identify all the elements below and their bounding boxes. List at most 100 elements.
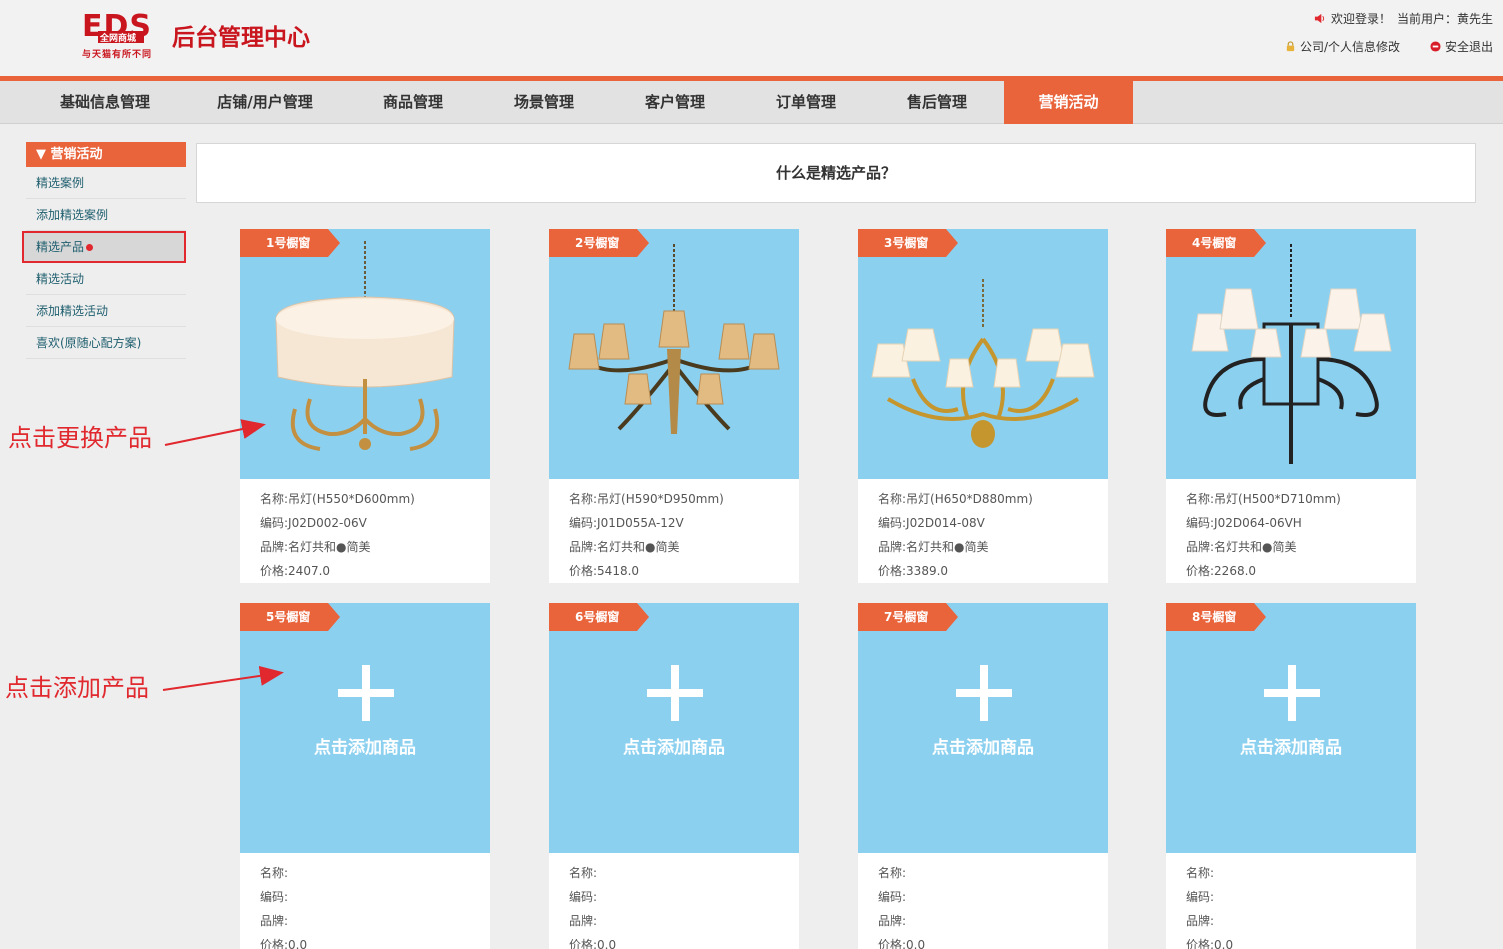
profile-link-label: 公司/个人信息修改 [1299,40,1400,54]
annotation-replace: 点击更换产品 [8,424,152,452]
product-window-card: 2号橱窗 名称:吊灯(H590*D950mm) 编码:J01D055A-12V … [549,229,799,583]
product-brand: 品牌:名灯共和●简美 [878,540,989,554]
product-window-slot[interactable]: 点击添加商品 6号橱窗 [549,603,799,853]
product-brand: 品牌: [260,914,289,928]
lock-icon [1286,41,1295,52]
what-is-featured-link[interactable]: 什么是精选产品？ [196,143,1476,203]
product-window-card: 点击添加商品 6号橱窗 名称: 编码: 品牌: 价格:0.0 [549,603,799,949]
product-window-card: 点击添加商品 7号橱窗 名称: 编码: 品牌: 价格:0.0 [858,603,1108,949]
product-window-slot[interactable]: 点击添加商品 5号橱窗 [240,603,490,853]
product-brand: 品牌:名灯共和●简美 [260,540,371,554]
nav-item-after-sales[interactable]: 售后管理 [872,81,1002,124]
product-price: 价格:0.0 [878,938,926,949]
logo-slogan: 与天猫有所不同 [82,50,153,60]
product-price: 价格:0.0 [1186,938,1234,949]
sidebar-item-label: 精选产品 [36,240,85,254]
speaker-icon [1314,13,1325,24]
sidebar: ▼ 营销活动 精选案例 添加精选案例 精选产品 精选活动 添加精选活动 喜欢(原… [22,142,186,359]
product-name: 名称: [569,866,598,880]
user-links: 公司/个人信息修改 安全退出 [1285,38,1493,55]
product-window-slot[interactable]: 4号橱窗 [1166,229,1416,479]
product-window-slot[interactable]: 2号橱窗 [549,229,799,479]
sidebar-item-featured-cases[interactable]: 精选案例 [26,167,186,199]
window-number-badge: 8号橱窗 [1166,603,1266,631]
nav-item-orders[interactable]: 订单管理 [741,81,871,124]
logout-link[interactable]: 安全退出 [1430,38,1493,55]
product-brand: 品牌:名灯共和●简美 [569,540,680,554]
logo-sub: 全网商城 [99,32,136,44]
product-name: 名称:吊灯(H500*D710mm) [1186,492,1341,506]
add-product-label: 点击添加商品 [623,738,725,758]
product-name: 名称: [878,866,907,880]
product-code: 编码:J02D064-06VH [1186,516,1302,530]
product-window-card: 点击添加商品 5号橱窗 名称: 编码: 品牌: 价格:0.0 [240,603,490,949]
sidebar-item-featured-products[interactable]: 精选产品 [22,231,186,263]
window-number-badge: 3号橱窗 [858,229,958,257]
sidebar-item-label: 添加精选案例 [36,208,109,222]
add-product-label: 点击添加商品 [1240,738,1342,758]
product-code: 编码:J01D055A-12V [569,516,684,530]
product-window-card: 3号橱窗 名称:吊灯(H650*D880mm) 编码:J02D014-08V 品… [858,229,1108,583]
product-brand: 品牌:名灯共和●简美 [1186,540,1297,554]
nav-item-store-users[interactable]: 店铺/用户管理 [200,81,330,124]
nav-item-products[interactable]: 商品管理 [348,81,478,124]
black-chandelier-image [1191,244,1392,464]
plus-icon [956,665,1012,721]
window-number-badge: 6号橱窗 [549,603,649,631]
window-number-badge: 2号橱窗 [549,229,649,257]
product-code: 编码:J02D014-08V [878,516,985,530]
sidebar-item-label: 喜欢(原随心配方案) [36,336,142,350]
product-name: 名称:吊灯(H650*D880mm) [878,492,1033,506]
product-code: 编码: [878,890,907,904]
annotation-add: 点击添加产品 [5,674,149,702]
plus-icon [647,665,703,721]
add-product-label: 点击添加商品 [932,738,1034,758]
welcome-text: 欢迎登录！ [1330,12,1391,26]
product-brand: 品牌: [1186,914,1215,928]
gold-chandelier-image [871,279,1095,448]
nav-item-scenes[interactable]: 场景管理 [479,81,609,124]
logo[interactable]: EDS 全网商城 与天猫有所不同 后台管理中心 [80,10,320,60]
product-window-slot[interactable]: 点击添加商品 7号橱窗 [858,603,1108,853]
main-nav: 基础信息管理 店铺/用户管理 商品管理 场景管理 客户管理 订单管理 售后管理 … [0,81,1503,124]
sidebar-item-favorites[interactable]: 喜欢(原随心配方案) [26,327,186,359]
product-window-card: 4号橱窗 名称:吊灯(H500*D710mm) 编码:J02D064-06VH … [1166,229,1416,583]
sidebar-item-add-featured-case[interactable]: 添加精选案例 [26,199,186,231]
profile-link[interactable]: 公司/个人信息修改 [1285,38,1400,55]
product-info: 名称:吊灯(H650*D880mm) 编码:J02D014-08V 品牌:名灯共… [858,479,1108,583]
sidebar-title[interactable]: ▼ 营销活动 [26,142,186,167]
product-name: 名称: [260,866,289,880]
product-window-card: 点击添加商品 8号橱窗 名称: 编码: 品牌: 价格:0.0 [1166,603,1416,949]
product-name: 名称:吊灯(H550*D600mm) [260,492,415,506]
window-number-badge: 1号橱窗 [240,229,340,257]
product-price: 价格:0.0 [260,938,308,949]
product-price: 价格:2407.0 [260,564,331,578]
plus-icon [1264,665,1320,721]
nav-item-customers[interactable]: 客户管理 [610,81,740,124]
product-code: 编码: [260,890,289,904]
sidebar-item-add-featured-activity[interactable]: 添加精选活动 [26,295,186,327]
product-price: 价格:3389.0 [878,564,949,578]
product-code: 编码: [569,890,598,904]
window-number-badge: 7号橱窗 [858,603,958,631]
product-info: 名称: 编码: 品牌: 价格:0.0 [1166,853,1416,949]
product-price: 价格:5418.0 [569,564,640,578]
product-name: 名称:吊灯(H590*D950mm) [569,492,724,506]
product-brand: 品牌: [569,914,598,928]
nav-item-marketing[interactable]: 营销活动 [1004,81,1133,124]
product-window-card: 1号橱窗 名称:吊灯(H550*D600mm) 编码:J02D002-06V 品… [240,229,490,583]
product-price: 价格:2268.0 [1186,564,1257,578]
product-info: 名称: 编码: 品牌: 价格:0.0 [858,853,1108,949]
current-user-label: 当前用户： [1396,12,1457,26]
drum-chandelier-image [275,241,455,451]
header: EDS 全网商城 与天猫有所不同 后台管理中心 欢迎登录！ 当前用户： 黄先生 公… [0,0,1503,76]
product-info: 名称: 编码: 品牌: 价格:0.0 [549,853,799,949]
active-dot-icon [86,244,94,251]
logout-icon [1430,41,1441,52]
sidebar-item-featured-activities[interactable]: 精选活动 [26,263,186,295]
nav-item-basic-info[interactable]: 基础信息管理 [40,81,170,124]
logout-link-label: 安全退出 [1444,40,1493,54]
product-window-slot[interactable]: 1号橱窗 [240,229,490,479]
product-window-slot[interactable]: 点击添加商品 8号橱窗 [1166,603,1416,853]
product-window-slot[interactable]: 3号橱窗 [858,229,1108,479]
